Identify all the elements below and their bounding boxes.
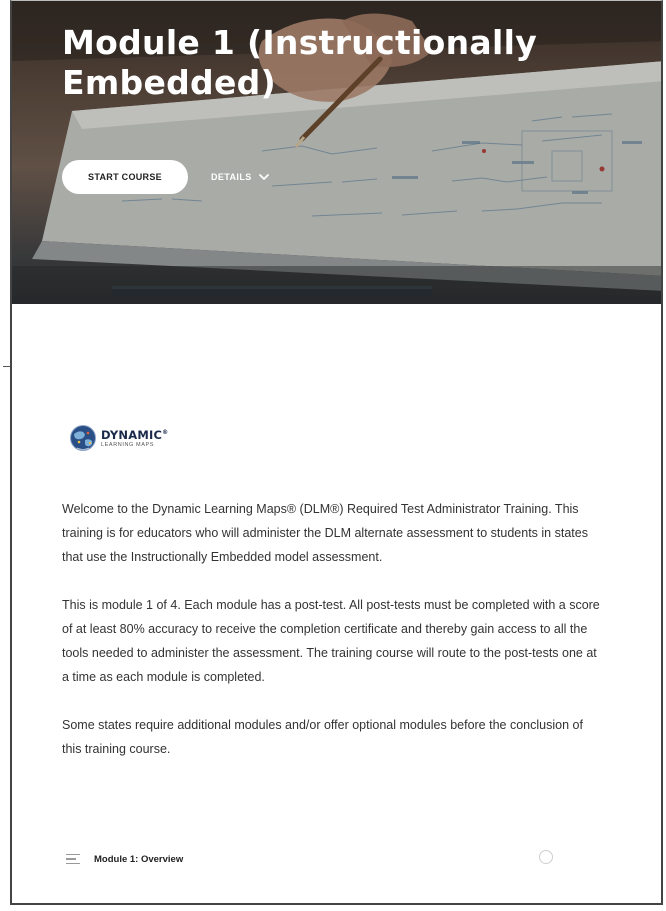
course-page: Module 1 (Instructionally Embedded) STAR… bbox=[10, 0, 663, 905]
dlm-logo: DYNAMIC® LEARNING MAPS bbox=[68, 424, 168, 454]
description-paragraph-1: Welcome to the Dynamic Learning Maps® (D… bbox=[62, 502, 588, 564]
start-course-button[interactable]: START COURSE bbox=[62, 160, 188, 194]
lesson-status-circle-icon bbox=[539, 850, 553, 864]
course-title: Module 1 (Instructionally Embedded) bbox=[62, 23, 538, 102]
description-paragraph-3: Some states require additional modules a… bbox=[62, 718, 583, 756]
lesson-item[interactable]: Module 1: Overview bbox=[66, 849, 566, 869]
course-hero-banner: Module 1 (Instructionally Embedded) STAR… bbox=[12, 1, 661, 304]
logo-wordmark: DYNAMIC® LEARNING MAPS bbox=[101, 428, 169, 448]
logo-subtitle: LEARNING MAPS bbox=[101, 441, 155, 448]
globe-icon bbox=[70, 425, 96, 451]
logo-main-text: DYNAMIC® bbox=[101, 428, 169, 442]
description-paragraph-2: This is module 1 of 4. Each module has a… bbox=[62, 598, 600, 684]
details-label: DETAILS bbox=[211, 172, 252, 182]
course-description: Welcome to the Dynamic Learning Maps® (D… bbox=[62, 497, 602, 785]
lesson-title: Module 1: Overview bbox=[94, 853, 184, 865]
details-toggle[interactable]: DETAILS bbox=[211, 167, 270, 187]
lesson-list-icon bbox=[66, 854, 80, 864]
chevron-down-icon bbox=[258, 171, 270, 183]
